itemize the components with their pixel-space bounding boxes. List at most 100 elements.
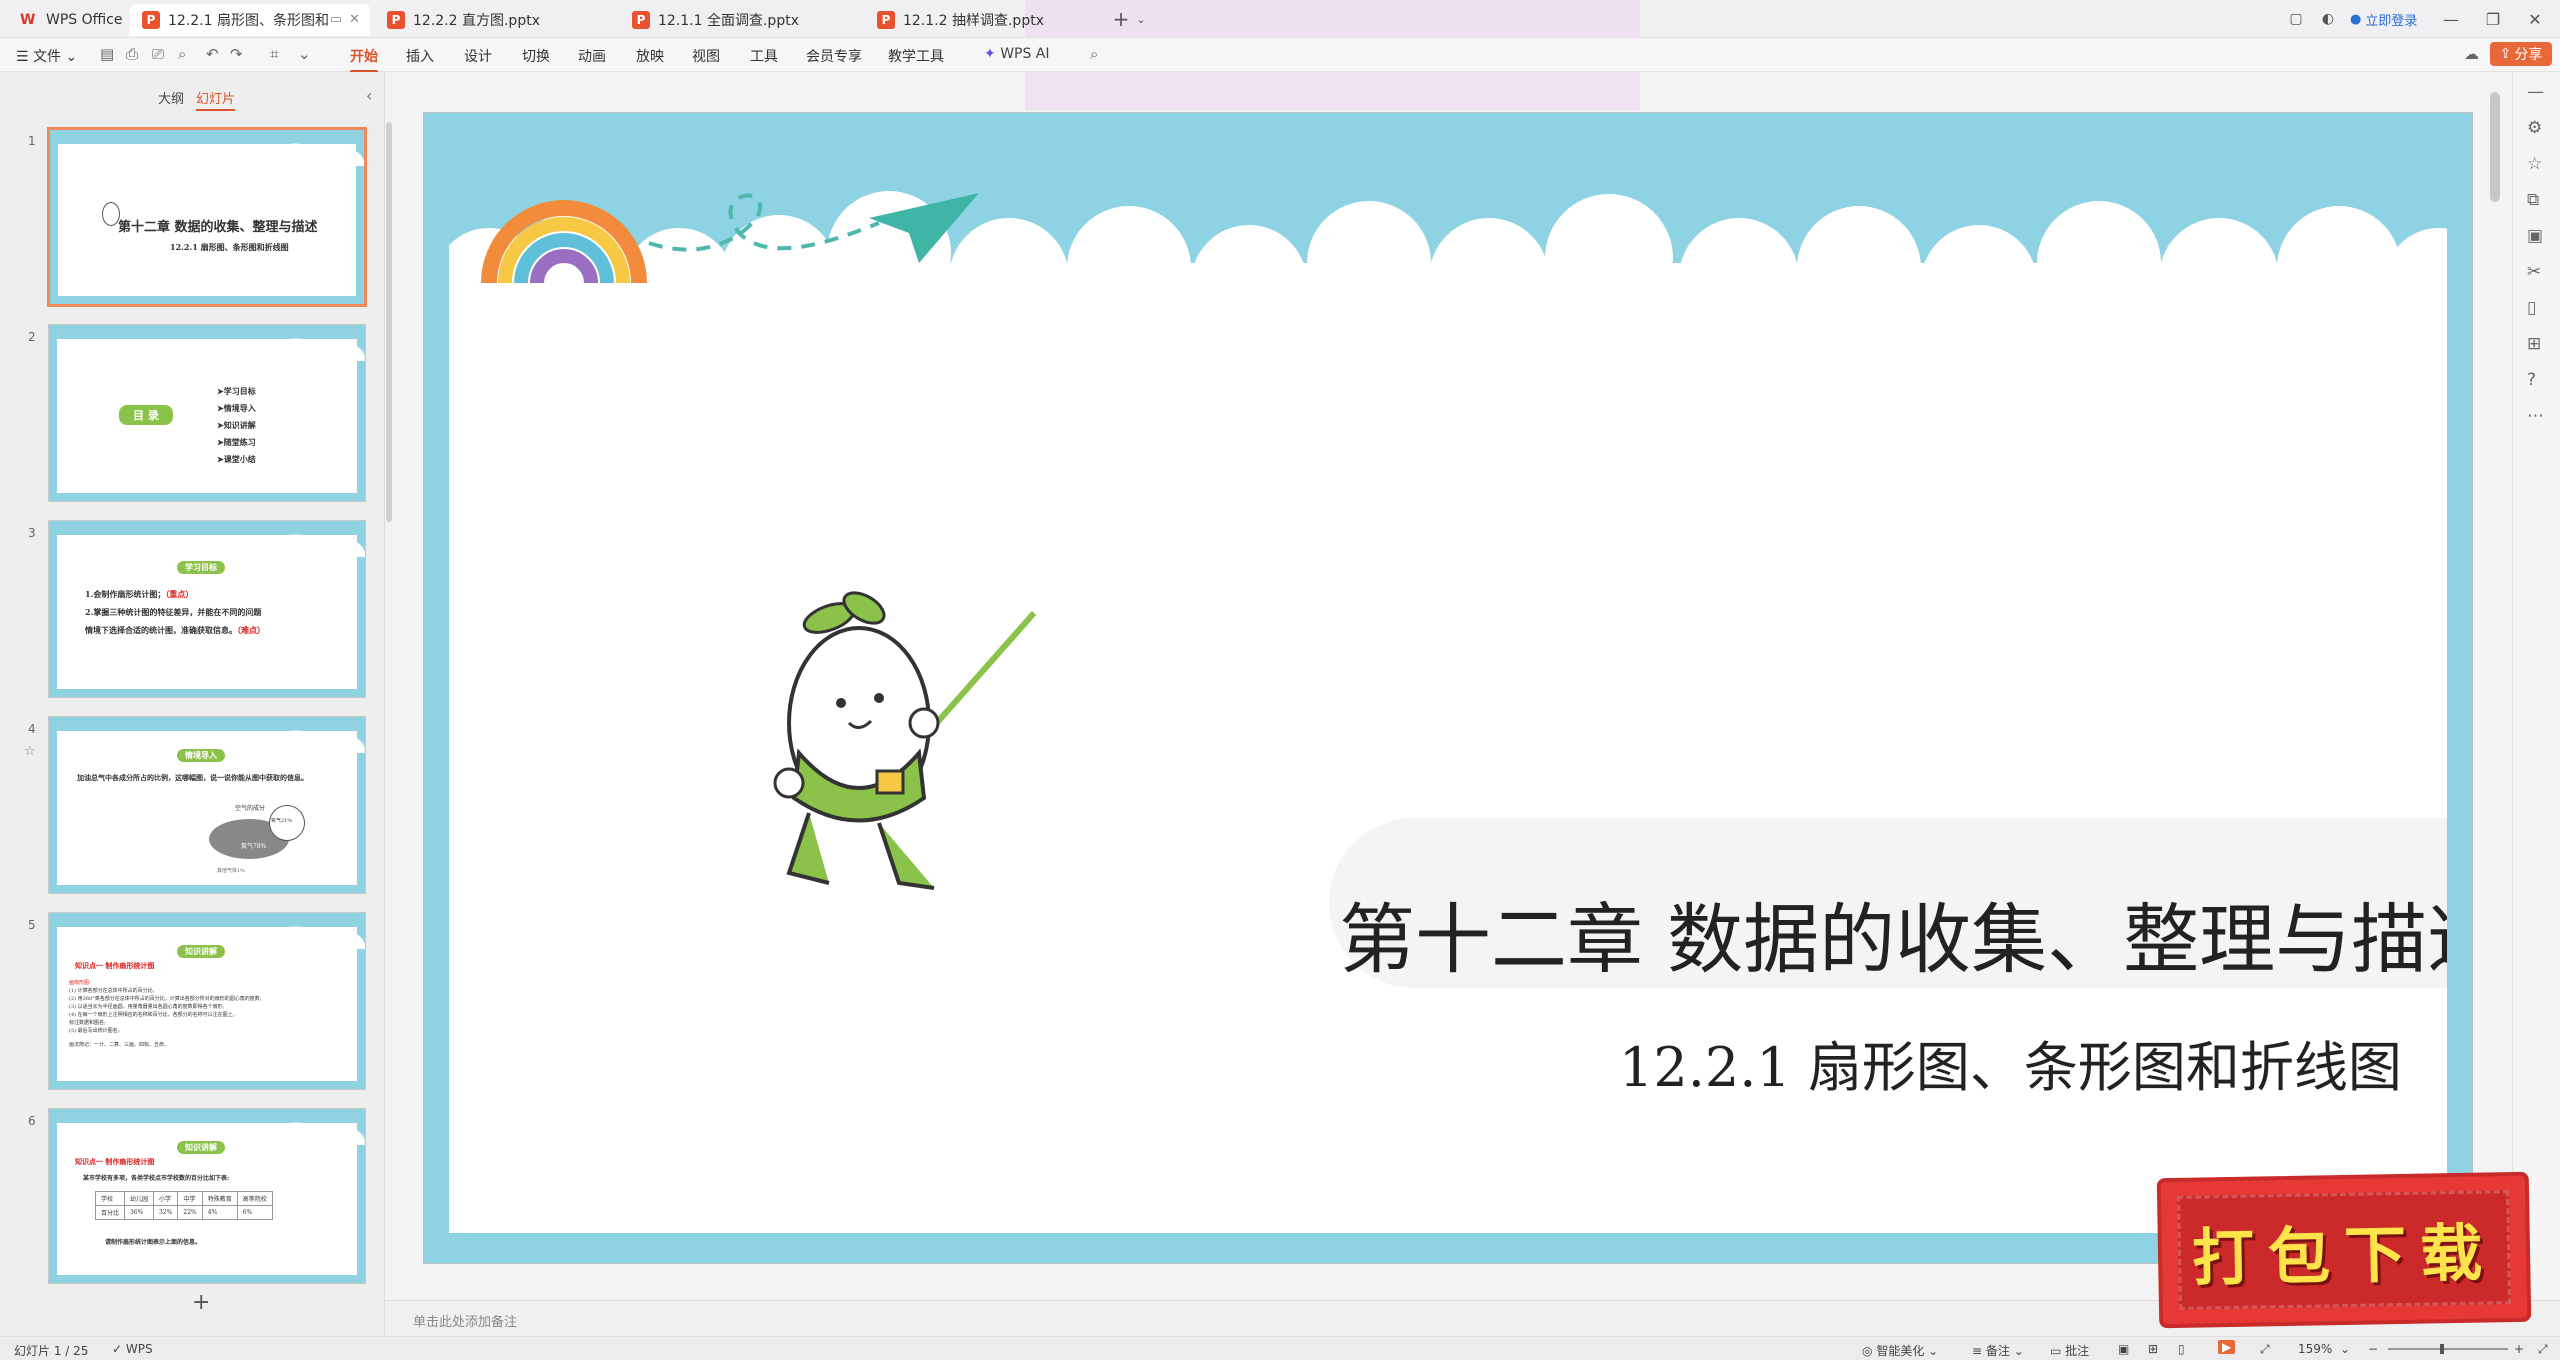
chevron-down-icon[interactable]: ⌄ <box>1133 10 1149 28</box>
more-icon[interactable]: ⋯ <box>2527 406 2544 426</box>
collapse-icon[interactable]: — <box>2527 82 2544 102</box>
cloud-icon[interactable]: ☁ <box>2464 45 2479 63</box>
window-icon: ▭ <box>329 12 342 27</box>
slide-canvas[interactable]: 第十二章 数据的收集、整理与描述 12.2.1 扇形图、条形图和折线图 <box>423 112 2473 1264</box>
undo-icon[interactable]: ↶ <box>206 45 219 63</box>
thumb-badge: 情境导入 <box>177 749 225 762</box>
zoom-slider[interactable] <box>2388 1344 2508 1354</box>
thumb-line: 1.会制作扇形统计图；（重点） <box>85 589 193 600</box>
normal-view-icon[interactable]: ▣ <box>2118 1342 2129 1356</box>
fit-icon[interactable]: ⤢ <box>2260 1342 2270 1357</box>
slide-subtitle[interactable]: 12.2.1 扇形图、条形图和折线图 <box>1619 1023 2402 1102</box>
comments-button[interactable]: ▭ 批注 <box>2050 1342 2089 1359</box>
ai-icon: ✦ <box>984 46 996 62</box>
menu-view[interactable]: 视图 <box>692 46 720 66</box>
thumb-heading: 知识点一 制作扇形统计图 <box>75 1157 155 1166</box>
menu-tools[interactable]: 工具 <box>750 46 778 66</box>
menu-insert[interactable]: 插入 <box>406 46 434 66</box>
copy-icon[interactable]: ⧉ <box>2527 190 2539 210</box>
slide-number: 1 <box>28 134 36 148</box>
login-button[interactable]: ● 立即登录 <box>2350 10 2417 29</box>
slide-scrollbar[interactable] <box>2490 92 2500 202</box>
wps-status[interactable]: ✓ WPS <box>112 1342 153 1356</box>
cloud-decoration <box>49 335 365 361</box>
play-button[interactable]: ▶ <box>2218 1340 2236 1354</box>
grid-view-icon[interactable]: ⊞ <box>2148 1342 2158 1356</box>
minimize-button[interactable]: — <box>2440 8 2462 30</box>
notes-button[interactable]: ≡ 备注 ⌄ <box>1972 1342 2024 1359</box>
slide-thumbnail-1[interactable]: 第十二章 数据的收集、整理与描述 12.2.1 扇形图、条形图和折线图 <box>47 127 367 307</box>
zoom-level[interactable]: 159% <box>2298 1342 2332 1356</box>
format-painter-icon[interactable]: ⌗ <box>270 45 278 63</box>
tab-document-4[interactable]: P 12.1.2 抽样调查.pptx <box>865 4 1105 36</box>
star-icon[interactable]: ☆ <box>2527 154 2542 174</box>
star-icon[interactable]: ☆ <box>24 744 36 759</box>
toc-item: ➤学习目标 <box>217 386 256 396</box>
help-icon[interactable]: ? <box>2527 370 2536 390</box>
tools-icon[interactable]: ✂ <box>2527 262 2541 282</box>
menu-slideshow[interactable]: 放映 <box>636 46 664 66</box>
preview-icon[interactable]: ⌕ <box>178 45 186 63</box>
file-menu[interactable]: ☰ 文件 ⌄ <box>16 46 77 66</box>
cloud-border <box>449 173 2447 341</box>
print-icon[interactable]: ⎚ <box>152 45 164 63</box>
tab-document-2[interactable]: P 12.2.2 直方图.pptx <box>375 4 615 36</box>
tab-document-1[interactable]: P 12.2.1 扇形图、条形图和折线 ▭ ✕ <box>130 4 370 36</box>
tab-outline[interactable]: 大纲 <box>158 88 184 107</box>
collapse-panel-icon[interactable]: ‹ <box>366 86 372 105</box>
download-banner[interactable]: 打包下载 <box>2156 1171 2532 1329</box>
tab-label: 12.1.2 抽样调查.pptx <box>903 13 1044 29</box>
menu-member[interactable]: 会员专享 <box>806 46 862 66</box>
slide-thumbnail-3[interactable]: 学习目标 1.会制作扇形统计图；（重点） 2.掌握三种统计图的特征差异，并能在不… <box>48 520 366 698</box>
skin-icon[interactable]: ◐ <box>2318 9 2338 29</box>
notes-label: 备注 <box>1985 1344 2010 1358</box>
maximize-button[interactable]: ❐ <box>2482 8 2504 30</box>
thumb-line: 情境下选择合适的统计图，准确获取信息。（难点） <box>85 625 265 636</box>
fullscreen-icon[interactable]: ⤢ <box>2538 1342 2548 1357</box>
export-icon[interactable]: ⎙ <box>126 45 138 63</box>
zoom-in-button[interactable]: + <box>2514 1342 2524 1356</box>
share-button[interactable]: ⇪ 分享 <box>2490 42 2552 66</box>
new-tab-button[interactable]: + <box>1110 7 1132 31</box>
redo-icon[interactable]: ↷ <box>230 45 243 63</box>
window-mode-icon[interactable]: ▢ <box>2286 9 2306 29</box>
thumb-body: 画扇形图: (1) 计算各部分在总体中所占的百分比; (2) 用360°乘各部分… <box>69 979 355 1049</box>
spell-check-icon: ✓ <box>112 1342 123 1356</box>
book-icon[interactable]: ▯ <box>2527 298 2536 318</box>
zoom-out-button[interactable]: − <box>2368 1342 2378 1356</box>
tab-document-3[interactable]: P 12.1.1 全面调查.pptx <box>620 4 860 36</box>
save-icon[interactable]: ▤ <box>100 45 114 63</box>
reading-view-icon[interactable]: ▯ <box>2178 1342 2185 1356</box>
search-icon[interactable]: ⌕ <box>1090 45 1098 63</box>
menu-home[interactable]: 开始 <box>350 46 378 73</box>
zoom-slider-handle[interactable] <box>2440 1344 2444 1354</box>
panel-scrollbar[interactable] <box>386 122 392 522</box>
slide-thumbnail-4[interactable]: 情境导入 加油总气中各成分所占的比例，这哪幅图，说一说你能从图中获取的信息。 空… <box>48 716 366 894</box>
chevron-down-icon[interactable]: ⌄ <box>298 45 311 63</box>
beautify-button[interactable]: ◎ 智能美化 ⌄ <box>1862 1342 1938 1359</box>
slide-thumbnail-2[interactable]: 目 录 ➤学习目标 ➤情境导入 ➤知识讲解 ➤随堂练习 ➤课堂小结 <box>48 324 366 502</box>
toc-item: ➤知识讲解 <box>217 420 256 430</box>
close-window-button[interactable]: ✕ <box>2524 8 2546 30</box>
slide-thumbnail-5[interactable]: 知识讲解 知识点一 制作扇形统计图 画扇形图: (1) 计算各部分在总体中所占的… <box>48 912 366 1090</box>
tab-slides[interactable]: 幻灯片 <box>196 88 236 111</box>
menu-design[interactable]: 设计 <box>464 46 492 66</box>
beautify-icon: ◎ <box>1862 1344 1873 1358</box>
menu-animation[interactable]: 动画 <box>578 46 606 66</box>
chevron-down-icon[interactable]: ⌄ <box>2340 1342 2350 1356</box>
properties-icon[interactable]: ⚙ <box>2527 118 2542 138</box>
slide-title[interactable]: 第十二章 数据的收集、整理与描述 <box>1339 878 2447 988</box>
menu-transition[interactable]: 切换 <box>522 46 550 66</box>
image-icon[interactable]: ▣ <box>2527 226 2543 246</box>
tab-home[interactable]: W WPS Office <box>8 4 128 36</box>
slide-thumbnail-6[interactable]: 知识讲解 知识点一 制作扇形统计图 某市学校有多项，各类学校点市学校数的百分比如… <box>48 1108 366 1284</box>
add-slide-button[interactable]: + <box>192 1290 210 1315</box>
layout-icon[interactable]: ⊞ <box>2527 334 2541 354</box>
menu-teaching-tools[interactable]: 教学工具 <box>888 46 944 66</box>
close-icon[interactable]: ✕ <box>349 12 360 27</box>
notes-icon: ≡ <box>1972 1344 1983 1358</box>
body-line: (4) 在每一个扇形上注明相应的名称和百分比，各部分的名称可以注在图上。 <box>69 1012 238 1018</box>
table-cell: 36% <box>124 1205 155 1220</box>
wps-ai-button[interactable]: ✦ WPS AI <box>984 46 1050 62</box>
thumb-badge: 目 录 <box>119 405 173 425</box>
